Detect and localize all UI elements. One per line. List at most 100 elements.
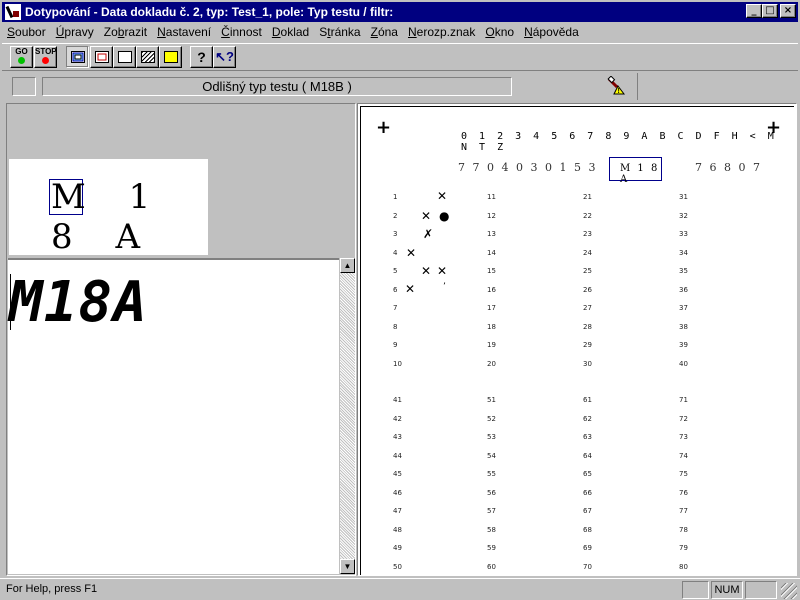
help-button[interactable]: ? <box>190 46 213 68</box>
grid-number: 43 <box>393 433 402 441</box>
menu-okno[interactable]: Okno <box>480 25 519 39</box>
close-button[interactable]: × <box>780 4 796 18</box>
grid-number: 30 <box>583 359 592 368</box>
app-icon[interactable] <box>5 4 21 20</box>
grid-number: 58 <box>487 525 496 534</box>
answer-mark: ✕ <box>406 246 417 260</box>
stop-button[interactable]: STOP <box>34 46 57 68</box>
grid-number: 76 <box>679 488 688 497</box>
grid-number: 79 <box>679 544 688 552</box>
grid-number: 37 <box>679 304 688 312</box>
answer-mark: ʼ <box>443 282 446 292</box>
hatch-button[interactable] <box>136 46 159 68</box>
grid-number: 29 <box>583 341 592 349</box>
test-type-field: M 1 8 A <box>620 163 660 185</box>
grid-number: 55 <box>487 470 496 478</box>
menu-nerozp-znak[interactable]: Nerozp.znak <box>403 25 480 39</box>
info-message: Odlišný typ testu ( M18B ) <box>42 77 512 96</box>
grid-number: 69 <box>583 544 592 552</box>
grid-number: 57 <box>487 507 496 515</box>
maximize-button[interactable]: □ <box>762 4 778 18</box>
grid-number: 45 <box>393 470 402 478</box>
grid-number: 62 <box>583 414 592 423</box>
grid-number: 61 <box>583 396 592 404</box>
answer-mark: ✕ <box>405 282 416 296</box>
menu-zobrazit[interactable]: Zobrazit <box>99 25 152 39</box>
grid-number: 32 <box>679 211 688 220</box>
grid-number: 70 <box>583 562 592 571</box>
grid-number: 63 <box>583 433 592 441</box>
context-help-button[interactable]: ↖? <box>213 46 236 68</box>
go-button[interactable]: GO <box>10 46 33 68</box>
blank-doc-button[interactable] <box>113 46 136 68</box>
stop-icon <box>42 57 49 64</box>
grid-number: 64 <box>583 451 592 460</box>
grid-number: 21 <box>583 193 592 201</box>
grid-number: 19 <box>487 341 496 349</box>
window-title: Dotypování - Data dokladu č. 2, typ: Tes… <box>25 5 394 19</box>
grid-number: 46 <box>393 488 402 497</box>
grid-number: 50 <box>393 562 402 571</box>
go-label: GO <box>15 47 28 56</box>
grid-number: 13 <box>487 230 496 238</box>
form-view[interactable]: + + 0 1 2 3 4 5 6 7 8 9 A B C D F H < M … <box>357 103 797 576</box>
grid-number: 35 <box>679 267 688 275</box>
menu-soubor[interactable]: Soubor <box>2 25 51 39</box>
menu-zona[interactable]: Zóna <box>366 25 403 39</box>
answer-mark: ✕ <box>421 264 432 278</box>
grid-number: 77 <box>679 507 688 515</box>
grid-number: 12 <box>487 211 496 220</box>
test-type-field-box: M 1 8 A <box>609 157 662 185</box>
hatch-icon <box>141 51 155 63</box>
grid-number: 2 <box>393 211 398 220</box>
handwriting-snippet: M 1 8 A <box>9 159 208 257</box>
grid-number: 36 <box>679 285 688 294</box>
grid-number: 75 <box>679 470 688 478</box>
grid-number: 68 <box>583 525 592 534</box>
minimize-button[interactable]: _ <box>746 4 762 18</box>
status-cell-num: NUM <box>711 581 743 599</box>
grid-number: 78 <box>679 525 688 534</box>
scroll-down-button[interactable]: ▼ <box>340 559 355 574</box>
grid-number: 67 <box>583 507 592 515</box>
grid-number: 59 <box>487 544 496 552</box>
grid-number: 23 <box>583 230 592 238</box>
vertical-scrollbar[interactable]: ▲ ▼ <box>340 258 355 574</box>
grid-number: 14 <box>487 248 496 257</box>
yellow-box-button[interactable] <box>159 46 182 68</box>
grid-number: 25 <box>583 267 592 275</box>
menu-napoveda[interactable]: Nápověda <box>519 25 584 39</box>
grid-number: 65 <box>583 470 592 478</box>
title-bar[interactable]: Dotypování - Data dokladu č. 2, typ: Tes… <box>2 2 798 22</box>
registration-mark-left: + <box>376 117 392 138</box>
menu-nastaveni[interactable]: Nastavení <box>152 25 216 39</box>
grid-number: 7 <box>393 304 398 312</box>
grid-number: 24 <box>583 248 592 257</box>
handwritten-right: 7 6 8 0 7 <box>695 161 762 174</box>
grid-number: 60 <box>487 562 496 571</box>
zone-frame-button[interactable] <box>90 46 113 68</box>
grid-number: 49 <box>393 544 402 552</box>
resize-grip[interactable] <box>781 583 797 599</box>
grid-number: 41 <box>393 396 402 404</box>
answer-mark: ✕ <box>437 189 448 203</box>
entry-text-area[interactable]: M18A <box>8 258 339 574</box>
grid-number: 4 <box>393 248 398 257</box>
grid-number: 1 <box>393 193 398 201</box>
scroll-up-button[interactable]: ▲ <box>340 258 355 273</box>
menu-doklad[interactable]: Doklad <box>267 25 314 39</box>
help-hint: For Help, press F1 <box>6 583 98 595</box>
menu-stranka[interactable]: Stránka <box>314 25 365 39</box>
grid-number: 3 <box>393 230 398 238</box>
menu-upravy[interactable]: Úpravy <box>51 25 99 39</box>
toolbar: GO STOP ? ↖? <box>2 43 798 71</box>
grid-number: 73 <box>679 433 688 441</box>
zone-view-button[interactable] <box>66 46 89 68</box>
zone-view-icon <box>71 51 85 63</box>
grid-number: 48 <box>393 525 402 534</box>
grid-number: 42 <box>393 414 402 423</box>
grid-number: 22 <box>583 211 592 220</box>
menu-cinnost[interactable]: Činnost <box>216 25 267 39</box>
menu-bar: Soubor Úpravy Zobrazit Nastavení Činnost… <box>2 22 798 42</box>
grid-number: 40 <box>679 359 688 368</box>
